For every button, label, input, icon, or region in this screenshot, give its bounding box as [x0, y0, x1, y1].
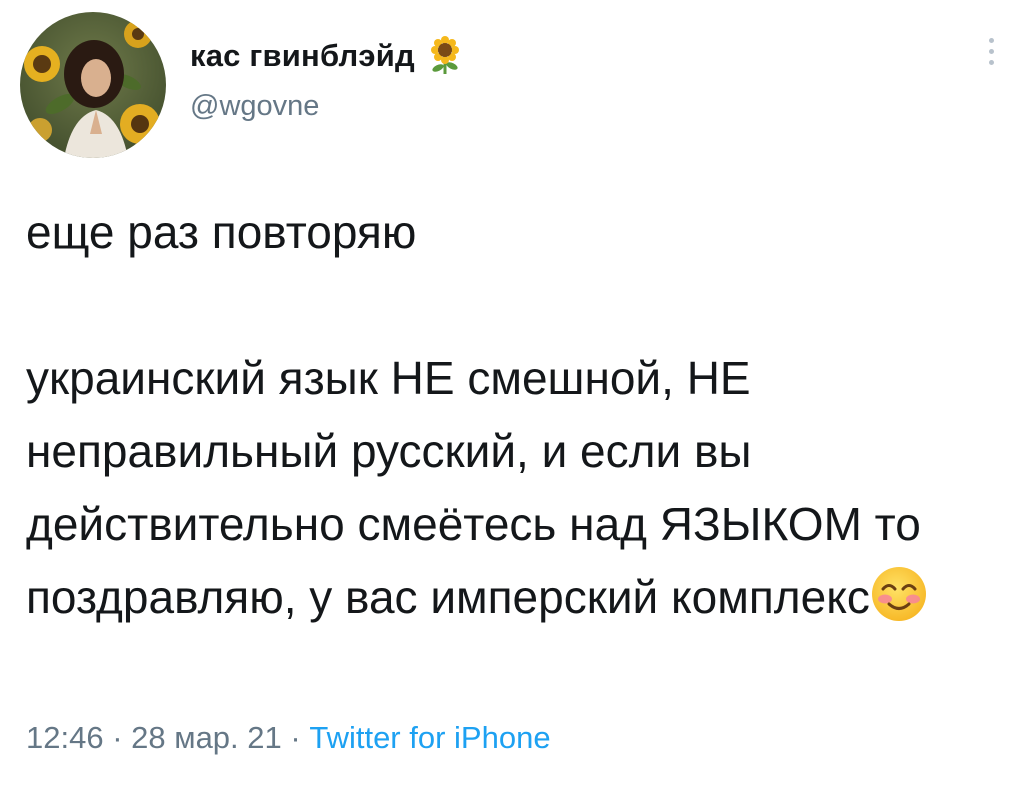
tweet-paragraph-text: украинский язык НЕ смешной, НЕ неправиль… [26, 352, 921, 623]
avatar-image [20, 12, 166, 158]
sunflower-icon [427, 36, 463, 76]
more-vertical-icon[interactable] [980, 38, 1002, 74]
tweet-time[interactable]: 12:46 [26, 720, 104, 755]
user-handle[interactable]: @wgovne [190, 90, 463, 123]
display-name-row[interactable]: кас гвинблэйд [190, 34, 463, 78]
display-name[interactable]: кас гвинблэйд [190, 38, 415, 74]
avatar[interactable] [20, 12, 166, 158]
tweet-text: еще раз повторяю украинский язык НЕ смеш… [26, 196, 1006, 634]
smiling-face-with-smiling-eyes-icon [870, 565, 928, 623]
tweet-paragraph: украинский язык НЕ смешной, НЕ неправиль… [26, 342, 1006, 634]
tweet-source-link[interactable]: Twitter for iPhone [309, 720, 550, 755]
author-block: кас гвинблэйд @wgovne [190, 34, 463, 123]
tweet-meta: 12:46 · 28 мар. 21 · Twitter for iPhone [26, 720, 551, 756]
meta-separator: · [290, 720, 301, 755]
tweet-paragraph: еще раз повторяю [26, 206, 417, 258]
tweet-date[interactable]: 28 мар. 21 [131, 720, 282, 755]
sunflower-left [24, 46, 60, 82]
meta-separator: · [112, 720, 123, 755]
tweet-card: кас гвинблэйд @wgovne еще раз повторяю у… [0, 0, 1036, 796]
